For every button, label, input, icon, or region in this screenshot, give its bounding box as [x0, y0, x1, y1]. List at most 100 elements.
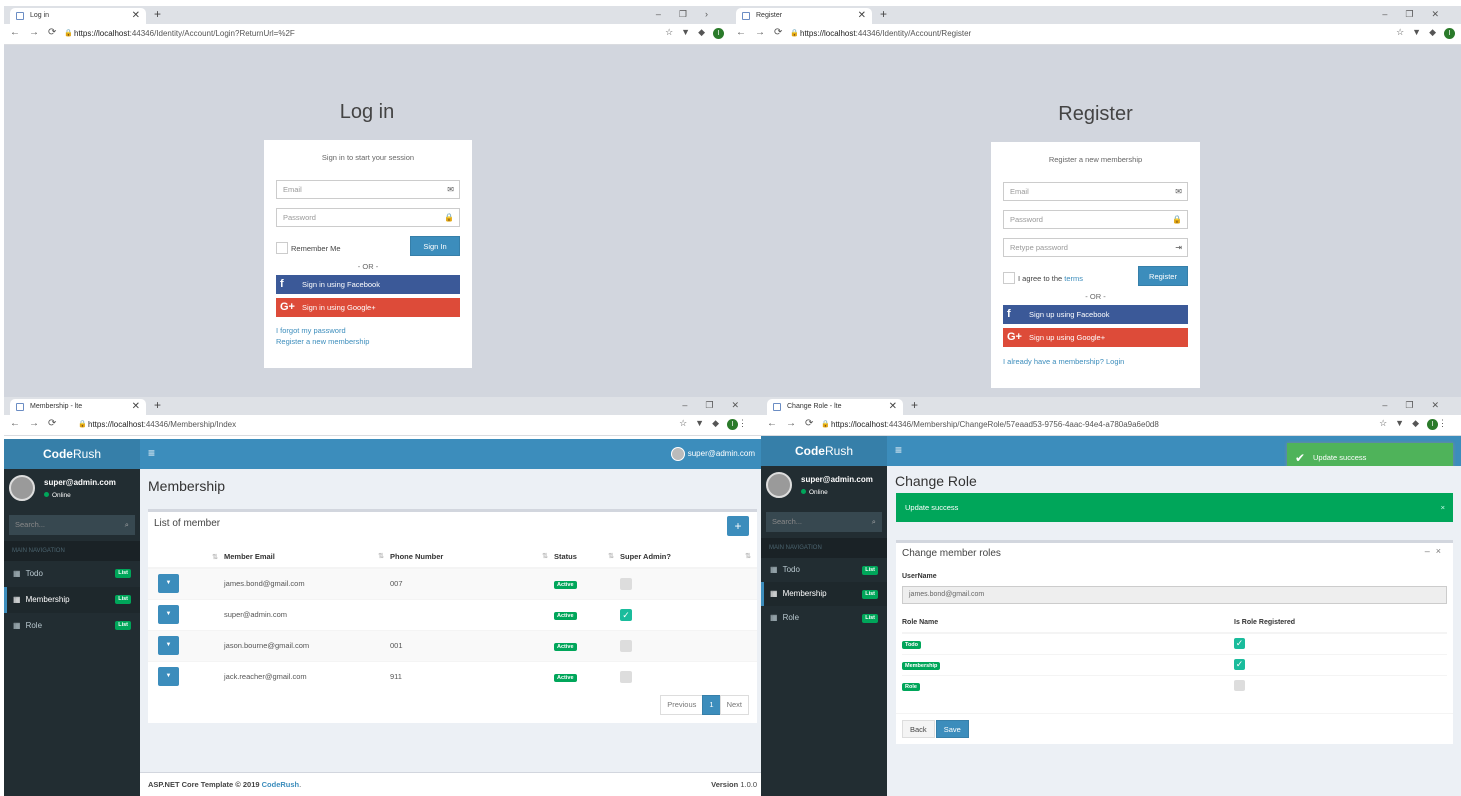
url-field[interactable]: 🔒 https://localhost:44346/Membership/Inde… [78, 420, 236, 429]
sidebar-item-role[interactable]: ▦ Role List [761, 606, 887, 630]
nav-buttons[interactable]: ←→⟳ [767, 418, 822, 429]
footer-brand-link[interactable]: CodeRush [262, 780, 300, 789]
address-bar: ←→⟳ 🔒 https://localhost:44346/Identity/Ac… [4, 24, 730, 45]
search-icon[interactable]: ⌕ [872, 512, 876, 532]
back-button[interactable]: Back [902, 720, 935, 738]
url-field[interactable]: 🔒 https://localhost:44346/Identity/Accoun… [790, 29, 971, 38]
retype-password-field[interactable]: Retype password ⇥ [1003, 238, 1188, 257]
new-tab-icon[interactable]: + [154, 397, 161, 414]
sidebar-item-todo[interactable]: ▦ Todo List [4, 561, 140, 587]
username-field: james.bond@gmail.com [902, 586, 1447, 604]
list-badge: List [115, 595, 131, 604]
app-logo[interactable]: CodeRush [761, 436, 887, 466]
tab-login[interactable]: Log in ✕ [10, 8, 146, 24]
close-tab-icon[interactable]: ✕ [889, 399, 897, 415]
sign-in-button[interactable]: Sign In [410, 236, 460, 256]
new-tab-icon[interactable]: + [154, 6, 161, 23]
status-badge: Active [554, 611, 577, 620]
close-tab-icon[interactable]: ✕ [858, 8, 866, 24]
register-button[interactable]: Register [1138, 266, 1188, 286]
tab-change-role[interactable]: Change Role - lte ✕ [767, 399, 903, 415]
status-badge: Active [554, 642, 577, 651]
google-signin-button[interactable]: G+ Sign in using Google+ [276, 298, 460, 317]
address-bar: ←→⟳ 🔒 https://localhost:44346/Membership/… [4, 415, 761, 436]
box-tools[interactable]: –× [1425, 546, 1447, 556]
remember-checkbox[interactable] [276, 242, 288, 254]
menu-toggle-icon[interactable]: ≡ [148, 446, 155, 460]
new-tab-icon[interactable]: + [880, 6, 887, 23]
tab-strip: Register ✕ + –❐✕ [730, 6, 1461, 24]
new-tab-icon[interactable]: + [911, 397, 918, 414]
facebook-signin-button[interactable]: f Sign in using Facebook [276, 275, 460, 294]
menu-toggle-icon[interactable]: ≡ [895, 443, 902, 457]
window-controls[interactable]: –❐✕ [682, 397, 757, 413]
close-tab-icon[interactable]: ✕ [132, 8, 140, 24]
page-1-button[interactable]: 1 [702, 695, 721, 715]
window-controls[interactable]: –❐✕ [1382, 397, 1457, 413]
email-field[interactable]: Email ✉ [276, 180, 460, 199]
save-button[interactable]: Save [935, 720, 969, 738]
row-action-button[interactable]: ▼ [158, 605, 179, 624]
nav-buttons[interactable]: ←→⟳ [10, 27, 65, 38]
footer-copyright: ASP.NET Core Template © 2019 CodeRush. [148, 780, 302, 789]
close-tab-icon[interactable]: ✕ [132, 399, 140, 415]
google-signup-button[interactable]: G+ Sign up using Google+ [1003, 328, 1188, 347]
terms-link[interactable]: terms [1064, 274, 1083, 283]
facebook-signup-button[interactable]: f Sign up using Facebook [1003, 305, 1188, 324]
row-action-button[interactable]: ▼ [158, 667, 179, 687]
nav-buttons[interactable]: ←→⟳ [10, 418, 65, 429]
extensions[interactable]: ☆▼◆ I [1396, 27, 1455, 39]
window-controls[interactable]: –❐✕ [1382, 6, 1457, 22]
col-status[interactable]: Status ⇅ [554, 546, 620, 569]
next-page-button[interactable]: Next [719, 695, 749, 715]
login-link[interactable]: I already have a membership? Login [1003, 356, 1188, 367]
sidebar-item-membership[interactable]: ▦ Membership List [4, 587, 140, 613]
window-controls[interactable]: –❐› [656, 6, 726, 22]
search-icon[interactable]: ⌕ [125, 515, 129, 535]
nav-buttons[interactable]: ←→⟳ [736, 27, 791, 38]
sidebar-search-input[interactable]: Search... ⌕ [766, 512, 882, 532]
sidebar-item-role[interactable]: ▦ Role List [4, 613, 140, 639]
row-action-button[interactable]: ▼ [158, 574, 179, 594]
extensions[interactable]: ☆▼◆ I [665, 27, 724, 39]
email-field[interactable]: Email ✉ [1003, 182, 1188, 201]
role-registered-checkbox[interactable] [1234, 680, 1245, 692]
close-icon[interactable]: × [1441, 493, 1445, 522]
lock-icon: 🔒 [1172, 215, 1182, 224]
col-email[interactable]: Member Email ⇅ [224, 546, 390, 569]
content-area: Membership List of member + ⇅ Member Ema… [140, 469, 761, 796]
tab-register[interactable]: Register ✕ [736, 8, 872, 24]
col-super-admin[interactable]: Super Admin? ⇅ [620, 546, 757, 569]
tab-membership[interactable]: Membership - lte ✕ [10, 399, 146, 415]
sidebar-item-membership[interactable]: ▦ Membership List [761, 582, 887, 606]
role-registered-checkbox[interactable]: ✓ [1234, 638, 1245, 650]
super-admin-checkbox[interactable] [620, 577, 632, 590]
footer: ASP.NET Core Template © 2019 CodeRush. V… [140, 772, 761, 796]
row-action-button[interactable]: ▼ [158, 636, 179, 655]
role-row: Role [902, 674, 1447, 696]
app-logo[interactable]: CodeRush [4, 439, 140, 469]
extensions[interactable]: ☆▼◆ I ⋮ [1379, 418, 1455, 430]
password-field[interactable]: Password 🔒 [1003, 210, 1188, 229]
page-title: Membership [148, 478, 226, 494]
sidebar-item-todo[interactable]: ▦ Todo List [761, 558, 887, 582]
user-menu[interactable]: super@admin.com [670, 447, 755, 461]
agree-checkbox[interactable] [1003, 272, 1015, 284]
sort-icon[interactable]: ⇅ [212, 553, 218, 561]
url-field[interactable]: 🔒 https://localhost:44346/Identity/Accoun… [64, 29, 295, 38]
password-field[interactable]: Password 🔒 [276, 208, 460, 227]
super-admin-checkbox[interactable] [620, 639, 632, 652]
forgot-password-link[interactable]: I forgot my password [276, 325, 460, 336]
url-field[interactable]: 🔒 https://localhost:44346/Membership/Chan… [821, 420, 1159, 429]
extensions[interactable]: ☆▼◆ I ⋮ [679, 418, 755, 430]
previous-page-button[interactable]: Previous [660, 695, 704, 715]
sidebar-search-input[interactable]: Search... ⌕ [9, 515, 135, 535]
super-admin-checkbox[interactable]: ✓ [620, 608, 632, 621]
super-admin-checkbox[interactable] [620, 670, 632, 683]
table-row: ▼ jason.bourne@gmail.com 001 Active [148, 629, 757, 661]
table-row: ▼ jack.reacher@gmail.com 911 Active [148, 660, 757, 692]
add-member-button[interactable]: + [727, 516, 749, 536]
role-registered-checkbox[interactable]: ✓ [1234, 659, 1245, 670]
col-phone[interactable]: Phone Number ⇅ [390, 546, 554, 569]
register-link[interactable]: Register a new membership [276, 336, 460, 347]
